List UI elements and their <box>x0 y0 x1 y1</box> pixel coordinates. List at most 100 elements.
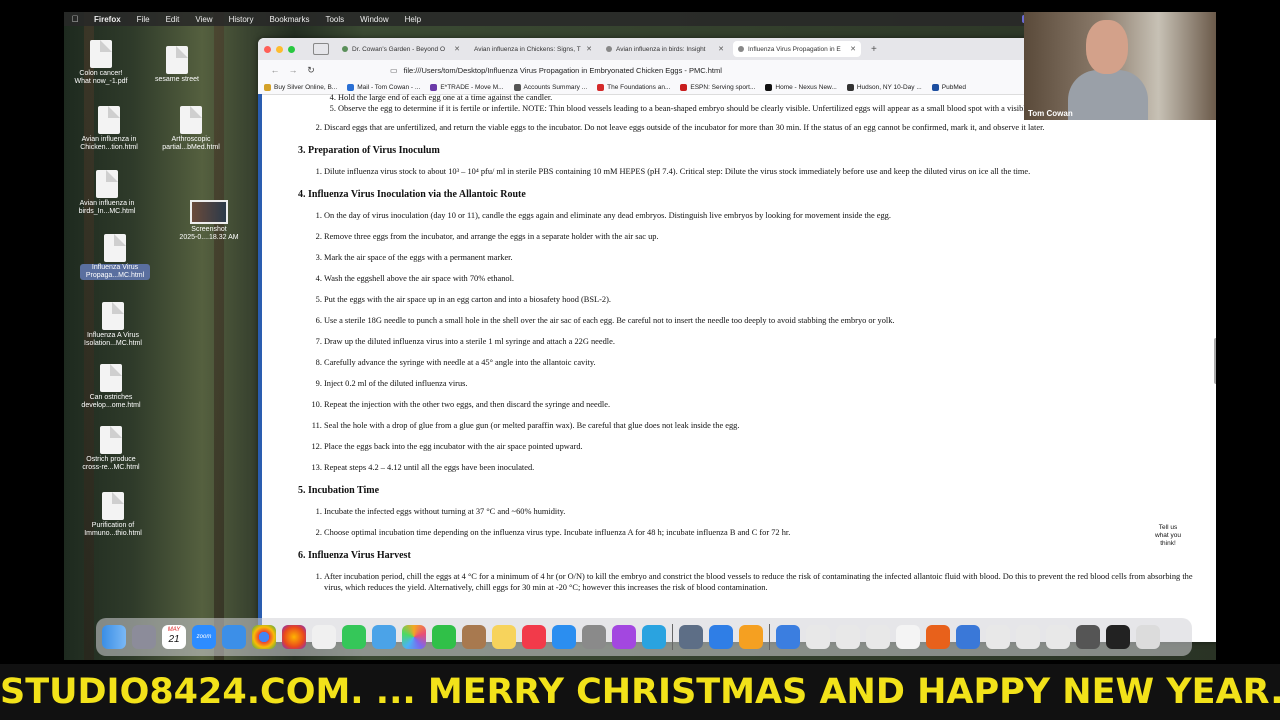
desktop-file-screenshot[interactable]: Screenshot 2025-0....18.32 AM <box>174 200 244 242</box>
close-tab-icon[interactable]: ✕ <box>850 45 856 53</box>
apple-icon[interactable]:  <box>64 14 86 24</box>
bookmark-item[interactable]: Accounts Summary ... <box>513 83 587 91</box>
list-item: Place the eggs back into the egg incubat… <box>324 441 1216 452</box>
section-heading: 3. Preparation of Virus Inoculum <box>298 145 440 156</box>
news-icon[interactable] <box>522 625 546 649</box>
desktop-file-avian-birds[interactable]: Avian influenza in birds_In...MC.html <box>72 170 142 216</box>
menu-edit[interactable]: Edit <box>158 15 188 24</box>
tab-avian-chickens[interactable]: Avian influenza in Chickens: Signs, T ✕ <box>469 41 597 57</box>
finder-icon[interactable] <box>102 625 126 649</box>
recent-file-icon[interactable] <box>1016 625 1040 649</box>
desktop-file-avian-chicken[interactable]: Avian influenza in Chicken...tion.html <box>74 106 144 152</box>
bookmark-item[interactable]: ESPN: Serving sport... <box>680 83 755 91</box>
desktop-file-influenza-propagation[interactable]: Influenza Virus Propaga...MC.html <box>80 234 150 280</box>
maps-icon[interactable] <box>372 625 396 649</box>
pages-icon[interactable] <box>739 625 763 649</box>
podcasts-icon[interactable] <box>612 625 636 649</box>
recent-file-icon[interactable] <box>986 625 1010 649</box>
favicon-icon <box>342 46 348 52</box>
close-tab-icon[interactable]: ✕ <box>718 45 724 53</box>
bookmark-item[interactable]: Mail - Tom Cowan - ... <box>347 83 420 91</box>
trash-icon[interactable] <box>1136 625 1160 649</box>
minimize-window-icon[interactable] <box>276 45 283 53</box>
zoom-icon[interactable]: zoom <box>192 625 216 649</box>
bookmark-item[interactable]: Hudson, NY 10-Day ... <box>846 83 922 91</box>
contacts-icon[interactable] <box>462 625 486 649</box>
chrome-icon[interactable] <box>252 625 276 649</box>
messages-icon[interactable] <box>342 625 366 649</box>
menu-history[interactable]: History <box>221 15 262 24</box>
window-controls <box>264 45 295 53</box>
downloads-folder-icon[interactable] <box>776 625 800 649</box>
html-file-icon <box>102 492 124 520</box>
keynote-icon[interactable] <box>709 625 733 649</box>
bookmark-item[interactable]: The Foundations an... <box>597 83 670 91</box>
recent-window-icon[interactable] <box>1106 625 1130 649</box>
bookmark-label: Home - Nexus New... <box>775 83 837 91</box>
tab-avian-birds[interactable]: Avian influenza in birds: Insight ✕ <box>601 41 729 57</box>
page-scrollbar[interactable] <box>1214 338 1216 384</box>
firefox-icon[interactable] <box>282 625 306 649</box>
list-item: Repeat the injection with the other two … <box>324 399 1216 410</box>
recent-file-icon[interactable] <box>806 625 830 649</box>
screenshot-stack-icon[interactable] <box>1076 625 1100 649</box>
menu-app-name[interactable]: Firefox <box>86 15 129 24</box>
reload-icon[interactable]: ↻ <box>302 65 320 76</box>
recent-file-icon[interactable] <box>836 625 860 649</box>
menu-help[interactable]: Help <box>397 15 429 24</box>
bookmark-item[interactable]: PubMed <box>931 83 966 91</box>
bookmark-item[interactable]: Buy Silver Online, B... <box>264 83 337 91</box>
tab-label: Avian influenza in Chickens: Signs, T <box>474 45 581 53</box>
desktop-file-ostriches[interactable]: Can ostriches develop...ome.html <box>76 364 146 410</box>
menu-view[interactable]: View <box>187 15 220 24</box>
system-settings-icon[interactable] <box>582 625 606 649</box>
feedback-link[interactable]: Tell us what you think! <box>1154 524 1182 548</box>
document-icon[interactable] <box>312 625 336 649</box>
maximize-window-icon[interactable] <box>288 45 295 53</box>
screen-sharing-icon[interactable] <box>679 625 703 649</box>
dock-separator <box>672 624 673 650</box>
recent-file-icon[interactable] <box>1046 625 1070 649</box>
bookmark-favicon-icon <box>765 83 773 91</box>
menu-tools[interactable]: Tools <box>317 15 352 24</box>
menu-bookmarks[interactable]: Bookmarks <box>261 15 317 24</box>
back-arrow-icon[interactable]: ← <box>266 65 284 75</box>
close-tab-icon[interactable]: ✕ <box>454 45 460 53</box>
desktop-file-purification[interactable]: Purification of Immuno...thio.html <box>78 492 148 538</box>
list-item: Wash the eggshell above the air space wi… <box>324 273 1216 284</box>
desktop-file-sesame-street[interactable]: sesame street <box>142 46 212 84</box>
notes-icon[interactable] <box>492 625 516 649</box>
tab-influenza-propagation[interactable]: Influenza Virus Propagation in E ✕ <box>733 41 861 57</box>
close-tab-icon[interactable]: ✕ <box>586 45 592 53</box>
safari-icon[interactable] <box>222 625 246 649</box>
bookmark-item[interactable]: Home - Nexus New... <box>765 83 837 91</box>
desktop-file-ostrich-produce[interactable]: Ostrich produce cross-re...MC.html <box>76 426 146 472</box>
forward-arrow-icon[interactable]: → <box>284 65 302 75</box>
recent-file-icon[interactable] <box>866 625 890 649</box>
menu-window[interactable]: Window <box>352 15 396 24</box>
recent-file-icon[interactable] <box>896 625 920 649</box>
new-tab-plus-icon[interactable]: + <box>871 44 877 55</box>
tab-overview-icon[interactable] <box>313 43 329 55</box>
page-info-icon[interactable]: ▭ <box>390 66 398 75</box>
tab-dr-cowans-garden[interactable]: Dr. Cowan's Garden - Beyond O ✕ <box>337 41 465 57</box>
desktop-file-arthroscopic[interactable]: Arthroscopic partial...bMed.html <box>156 106 226 152</box>
bookmark-label: Hudson, NY 10-Day ... <box>856 83 922 91</box>
tab-label: Avian influenza in birds: Insight <box>616 45 706 53</box>
firefox-file-icon[interactable] <box>926 625 950 649</box>
launchpad-icon[interactable] <box>132 625 156 649</box>
app-store-icon[interactable] <box>552 625 576 649</box>
photos-icon[interactable] <box>402 625 426 649</box>
tab-label: Dr. Cowan's Garden - Beyond O <box>352 45 446 53</box>
calendar-icon[interactable]: MAY 21 <box>162 625 186 649</box>
globe-icon[interactable] <box>956 625 980 649</box>
menu-file[interactable]: File <box>129 15 158 24</box>
close-window-icon[interactable] <box>264 45 271 53</box>
telegram-icon[interactable] <box>642 625 666 649</box>
desktop-file-label: Ostrich produce cross-re...MC.html <box>82 456 140 471</box>
bookmark-item[interactable]: E*TRADE - Move M... <box>430 83 504 91</box>
document-icon <box>166 46 188 74</box>
facetime-icon[interactable] <box>432 625 456 649</box>
desktop-file-colon-cancer[interactable]: Colon cancer! What now_-1.pdf <box>66 40 136 86</box>
desktop-file-influenza-isolation[interactable]: Influenza A Virus Isolation...MC.html <box>78 302 148 348</box>
